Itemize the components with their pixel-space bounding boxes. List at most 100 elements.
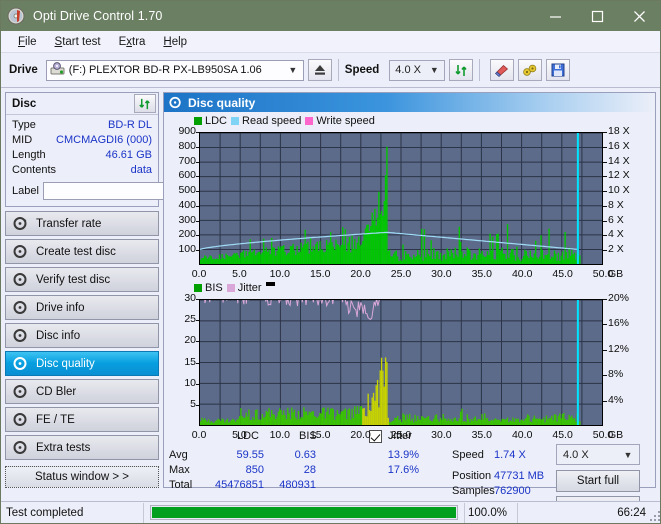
axis-tick bbox=[603, 205, 607, 207]
stats-row-total-bis: 480931 bbox=[279, 479, 316, 491]
ldc-x-unit: GB bbox=[608, 268, 624, 280]
ldc-y-tick: 900 bbox=[178, 125, 196, 137]
app-window: Opti Drive Control 1.70 File Start test … bbox=[0, 0, 661, 524]
menu-file[interactable]: File bbox=[9, 34, 46, 50]
axis-tick bbox=[603, 250, 607, 252]
toolbar-divider-2 bbox=[479, 59, 481, 81]
maximize-button[interactable] bbox=[576, 1, 618, 31]
minimize-button[interactable] bbox=[534, 1, 576, 31]
resize-grip[interactable] bbox=[648, 509, 660, 521]
sidebar-item-create-test-disc[interactable]: Create test disc bbox=[5, 239, 159, 264]
main-body: Disc Type BD-R DL MID CMCMAGDI6 (000) Le… bbox=[1, 88, 660, 518]
nav-list: Transfer rate Create test disc Verify te… bbox=[5, 211, 159, 460]
test-speed-select[interactable]: 4.0 X ▼ bbox=[556, 444, 640, 465]
stats-row-total-name: Total bbox=[169, 479, 193, 491]
disc-row-type: Type BD-R DL bbox=[12, 118, 152, 133]
ldc-x-tick: 45.0 bbox=[552, 268, 573, 280]
ldc-x-tick: 0.0 bbox=[191, 268, 207, 280]
axis-tick bbox=[196, 205, 199, 207]
bis-y-tick: 30 bbox=[184, 292, 196, 304]
toolbar: Drive (F:) PLEXTOR BD-R PX-LB950SA 1.06 … bbox=[1, 53, 660, 88]
stats-row-avg-ldc: 59.55 bbox=[236, 449, 264, 461]
disc-key-type: Type bbox=[12, 119, 36, 131]
disc-label-row: Label bbox=[12, 181, 247, 201]
speed-value: 4.0 X bbox=[395, 64, 421, 76]
ldc-x-tick: 25.0 bbox=[390, 268, 412, 280]
ldc-y-tick: 700 bbox=[178, 154, 196, 167]
axis-tick bbox=[603, 235, 607, 237]
disc-panel-title: Disc bbox=[12, 97, 37, 110]
status-window-button[interactable]: Status window > > bbox=[5, 466, 159, 488]
erase-button[interactable] bbox=[490, 59, 515, 81]
sidebar-item-extra-tests[interactable]: Extra tests bbox=[5, 435, 159, 460]
disc-refresh-button[interactable] bbox=[134, 94, 156, 113]
refresh-button[interactable] bbox=[449, 59, 474, 81]
axis-tick bbox=[196, 176, 199, 178]
disc-value-length: 46.61 GB bbox=[105, 149, 152, 161]
progress-bar bbox=[150, 505, 458, 520]
ldc-y2-tick: 2 X bbox=[608, 243, 624, 256]
legend-swatch-bis bbox=[194, 284, 202, 292]
ldc-y2-tick: 10 X bbox=[608, 184, 630, 197]
axis-tick bbox=[603, 299, 607, 300]
menu-extra[interactable]: Extra bbox=[110, 34, 155, 50]
ldc-x-tick: 30.0 bbox=[431, 268, 452, 280]
disc-info-icon bbox=[13, 328, 28, 343]
menu-help[interactable]: Help bbox=[154, 34, 196, 50]
bis-x-tick: 20.0 bbox=[350, 429, 371, 441]
close-button[interactable] bbox=[618, 1, 660, 31]
axis-tick bbox=[603, 146, 607, 148]
disc-rows: Type BD-R DL MID CMCMAGDI6 (000) Length … bbox=[6, 115, 247, 206]
eject-button[interactable] bbox=[307, 59, 332, 81]
drive-select[interactable]: (F:) PLEXTOR BD-R PX-LB950SA 1.06 ▼ bbox=[45, 59, 304, 81]
sidebar-item-verify-test-disc[interactable]: Verify test disc bbox=[5, 267, 159, 292]
chevron-down-icon[interactable]: ▼ bbox=[426, 65, 442, 75]
axis-tick bbox=[196, 404, 199, 406]
sidebar-item-transfer-rate[interactable]: Transfer rate bbox=[5, 211, 159, 236]
bis-jitter-plot-area[interactable] bbox=[199, 299, 603, 426]
sidebar-item-fe-te[interactable]: FE / TE bbox=[5, 407, 159, 432]
menu-start-test[interactable]: Start test bbox=[46, 34, 110, 50]
ldc-x-tick: 5.0 bbox=[232, 268, 247, 280]
axis-tick bbox=[603, 375, 607, 377]
charts-area: LDC Read speed Write speed BIS Jitter LD… bbox=[164, 112, 655, 518]
ldc-x-tick: 35.0 bbox=[471, 268, 493, 280]
sidebar-label: Disc quality bbox=[36, 357, 95, 370]
legend-item-read-speed: Read speed bbox=[231, 115, 301, 127]
bis-y-tick: 5 bbox=[190, 397, 196, 410]
progress-fill bbox=[152, 507, 456, 518]
disc-fete-icon bbox=[13, 412, 28, 427]
axis-tick bbox=[196, 250, 199, 252]
drive-icon bbox=[50, 61, 65, 79]
axis-tick bbox=[603, 161, 607, 163]
save-button[interactable] bbox=[546, 59, 571, 81]
axis-tick bbox=[196, 220, 199, 222]
sidebar-label: Transfer rate bbox=[36, 217, 102, 230]
speed-label: Speed bbox=[344, 64, 380, 76]
legend-label-bis: BIS bbox=[205, 282, 223, 294]
ldc-y-tick: 800 bbox=[178, 139, 196, 152]
bis-x-tick: 35.0 bbox=[471, 429, 493, 441]
axis-tick bbox=[603, 132, 607, 133]
chevron-down-icon[interactable]: ▼ bbox=[285, 65, 301, 75]
ldc-plot-area[interactable] bbox=[199, 132, 603, 265]
progress-percent: 100.0% bbox=[468, 506, 508, 519]
speed-stat-label: Speed bbox=[452, 449, 484, 461]
sidebar-item-cd-bler[interactable]: CD Bler bbox=[5, 379, 159, 404]
sidebar-item-disc-quality[interactable]: Disc quality bbox=[5, 351, 159, 376]
bis-y2-tick: 8% bbox=[608, 368, 624, 381]
disc-extra-icon bbox=[13, 440, 28, 455]
ldc-y2-tick: 6 X bbox=[608, 213, 624, 226]
bis-x-unit: GB bbox=[608, 429, 624, 441]
speed-select[interactable]: 4.0 X ▼ bbox=[389, 59, 446, 81]
sidebar-item-drive-info[interactable]: Drive info bbox=[5, 295, 159, 320]
stats-row-max-ldc: 850 bbox=[245, 464, 264, 476]
ldc-x-tick: 15.0 bbox=[309, 268, 331, 280]
sidebar-item-disc-info[interactable]: Disc info bbox=[5, 323, 159, 348]
title-bar: Opti Drive Control 1.70 bbox=[1, 1, 660, 31]
start-full-button[interactable]: Start full bbox=[556, 470, 640, 492]
disc-transfer-icon bbox=[13, 216, 28, 231]
chevron-down-icon[interactable]: ▼ bbox=[620, 450, 636, 460]
bis-legend: BIS Jitter bbox=[194, 282, 275, 294]
tools-button[interactable] bbox=[518, 59, 543, 81]
